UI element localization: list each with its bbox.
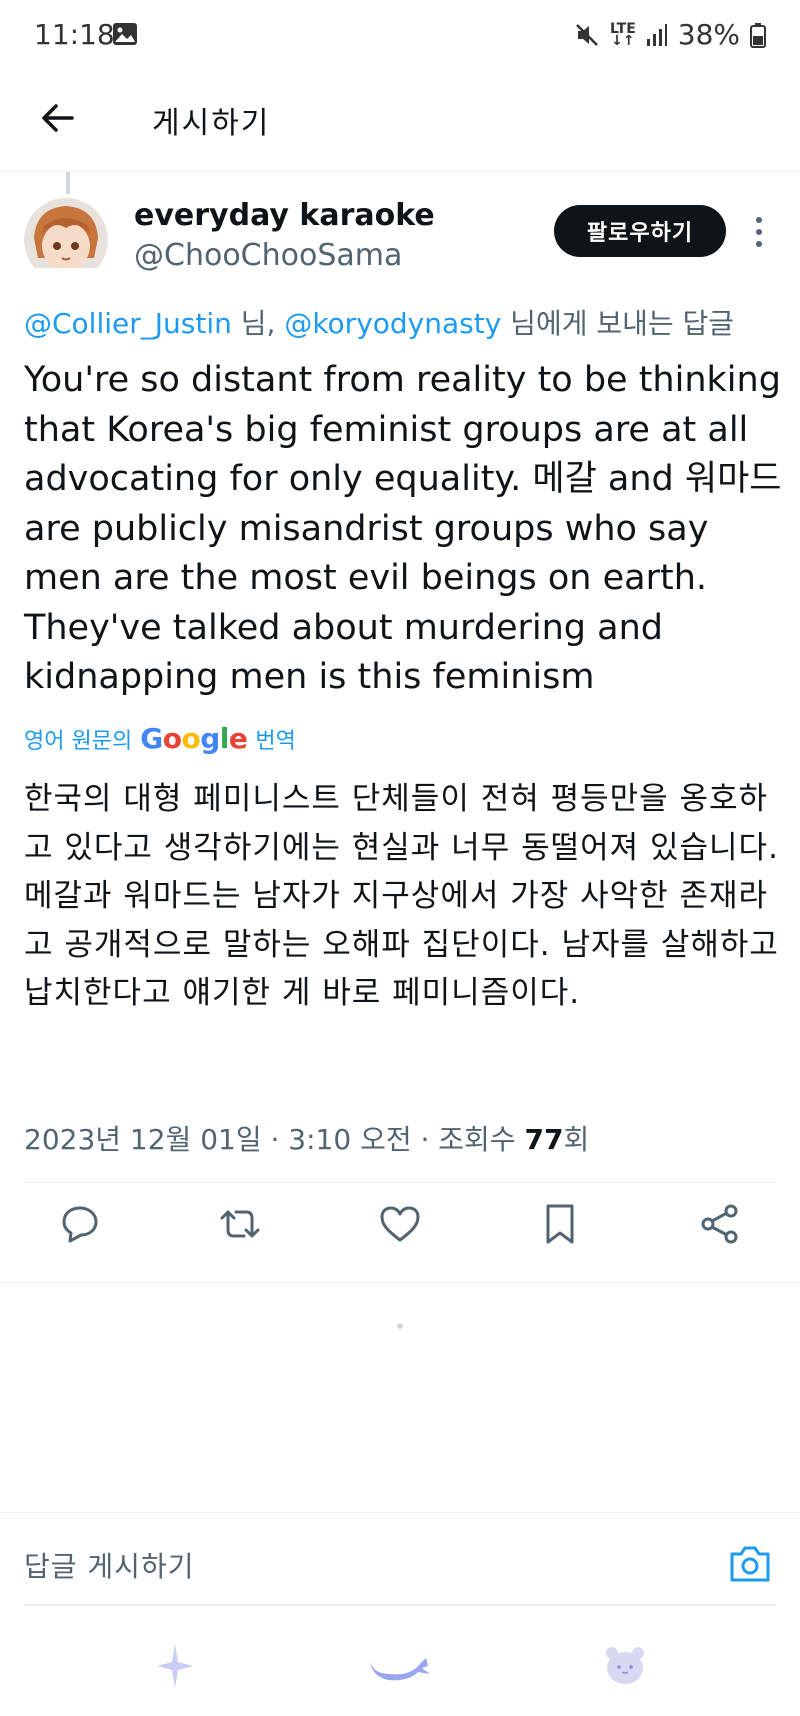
loading-dot [397,1323,403,1329]
more-options-icon[interactable] [744,214,774,250]
display-name[interactable]: everyday karaoke [134,198,435,233]
tweet-text: You're so distant from reality to be thi… [24,360,782,697]
translation-attribution[interactable]: 영어 원문의 Google 번역 [24,722,296,755]
mention-link[interactable]: @Collier_Justin [24,307,232,340]
app-bar: 게시하기 [0,70,800,172]
camera-icon[interactable] [728,1544,772,1584]
status-indicators: LTE ↓↑ 38% [574,18,766,51]
thread-connector [66,172,70,194]
follow-button[interactable]: 팔로우하기 [554,205,726,257]
divider [0,1282,800,1283]
mute-icon [576,23,598,46]
lte-indicator: LTE ↓↑ [610,20,636,49]
view-count[interactable]: 77 [524,1123,563,1156]
status-bar: 11:18 LTE ↓↑ 38% [0,0,800,70]
share-icon[interactable] [696,1200,744,1248]
bear-icon[interactable] [604,1644,646,1686]
page-title: 게시하기 [152,106,271,141]
battery-icon [750,22,766,48]
status-time: 11:18 [34,18,115,51]
translated-text: 한국의 대형 페미니스트 단체들이 전혀 평등만을 옹호하고 있다고 생각하기에… [24,781,779,1011]
translation-label: 영어 원문의 [24,728,133,754]
reply-icon[interactable] [56,1200,104,1248]
divider [0,1512,800,1513]
reply-separator: 님, [231,307,285,340]
divider [24,1182,776,1183]
back-arrow-icon[interactable] [36,96,80,140]
like-icon[interactable] [376,1200,424,1248]
timestamp: 2023년 12월 01일 · 3:10 오전 · 조회수 [24,1123,525,1156]
reply-underline [24,1604,776,1606]
signal-icon [646,23,667,46]
sparkle-icon[interactable] [155,1642,195,1690]
bookmark-icon[interactable] [536,1200,584,1248]
view-suffix: 회 [563,1123,590,1156]
avatar[interactable] [24,198,108,282]
post-detail-screen: 11:18 LTE ↓↑ 38% 게시하기 everyday karaoke @… [0,0,800,1716]
avatar-image [24,198,108,282]
reply-context: @Collier_Justin 님, @koryodynasty 님에게 보내는… [24,302,734,342]
whale-icon[interactable] [366,1644,432,1684]
retweet-icon[interactable] [216,1200,264,1248]
google-logo: Google [140,722,248,755]
user-handle[interactable]: @ChooChooSama [134,238,402,273]
action-bar [0,1200,800,1264]
translation-suffix: 번역 [255,728,296,754]
reply-input[interactable]: 답글 게시하기 [24,1540,704,1590]
tweet-meta: 2023년 12월 01일 · 3:10 오전 · 조회수 77회 [24,1118,589,1158]
bottom-nav [0,1620,800,1716]
reply-suffix: 님에게 보내는 답글 [501,307,735,340]
battery-percent: 38% [677,18,740,51]
gallery-icon [113,23,137,45]
mention-link[interactable]: @koryodynasty [284,307,501,340]
